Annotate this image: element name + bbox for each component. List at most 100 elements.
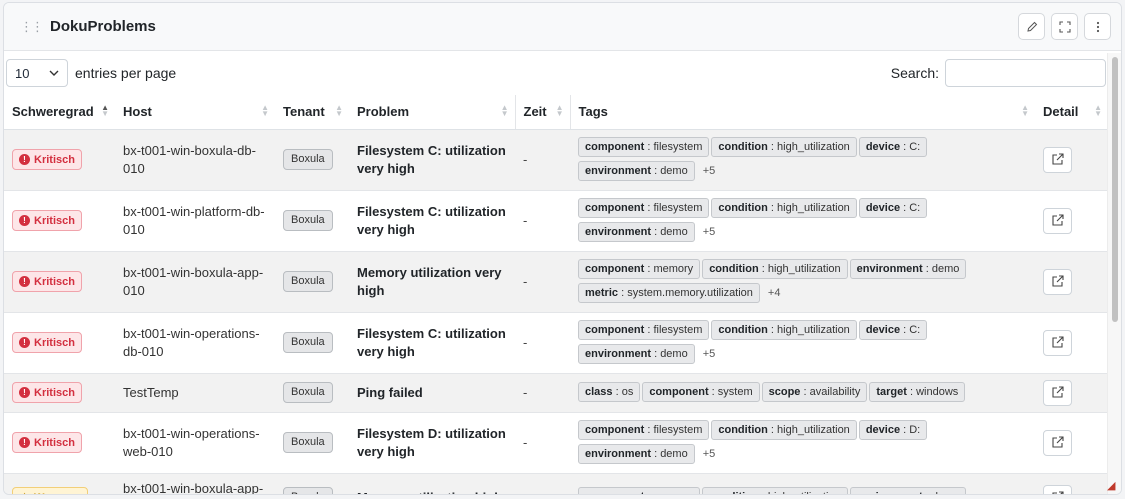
tag-badge[interactable]: condition : high_utilization [711,197,857,218]
table-row: ! Kritisch bx-t001-win-boxula-db-010 Box… [4,129,1108,191]
column-header-tenant[interactable]: Tenant ▲ ▼ [275,95,349,130]
detail-cell [1035,312,1108,374]
open-detail-button[interactable] [1043,484,1072,494]
sort-icon: ▲ ▼ [500,103,509,118]
severity-cell: ! Kritisch [4,129,115,191]
tenant-badge: Boxula [283,487,333,494]
sort-icon: ▲ ▼ [1021,103,1029,118]
tag-badge[interactable]: environment : demo [849,486,967,494]
external-link-icon [1052,386,1064,398]
tag-badge[interactable]: metric : system.memory.utilization [578,282,760,303]
sort-icon: ▲ ▼ [555,103,564,118]
scrollbar-thumb[interactable] [1112,57,1118,322]
tags-cell: component : filesystem condition : high_u… [570,129,1035,191]
tags-cell: class : os component : system scope : avai… [570,373,1035,413]
column-header-zeit[interactable]: Zeit ▲ ▼ [514,95,571,130]
zeit-cell: - [515,312,570,374]
tag-badge[interactable]: target : windows [869,381,966,402]
panel-header: ⋮⋮ DokuProblems [4,3,1121,51]
tags-cell: component : filesystem condition : high_u… [570,190,1035,252]
column-header-problem[interactable]: Problem ▲ ▼ [349,95,515,130]
tenant-badge: Boxula [283,271,333,292]
open-detail-button[interactable] [1043,329,1072,356]
tag-badge[interactable]: device : C: [858,197,928,218]
sort-icon: ▲ ▼ [101,103,109,118]
fullscreen-button[interactable] [1051,13,1078,40]
tag-badge[interactable]: class : os [578,381,641,402]
tag-badge[interactable]: component : filesystem [578,319,710,340]
tag-badge[interactable]: component : filesystem [578,197,710,218]
column-header-detail[interactable]: Detail ▲ ▼ [1035,95,1108,130]
external-link-icon [1052,336,1064,348]
more-tags-count[interactable]: +4 [768,284,781,302]
tag-badge[interactable]: scope : availability [761,381,868,402]
tenant-badge: Boxula [283,210,333,231]
detail-cell [1035,373,1108,413]
tags-cell: component : filesystem condition : high_u… [570,312,1035,374]
table-row: ! Kritisch bx-t001-win-platform-db-010 B… [4,190,1108,252]
tag-badge[interactable]: component : filesystem [578,419,710,440]
tag-badge[interactable]: condition : high_utilization [711,319,857,340]
drag-handle-icon[interactable]: ⋮⋮ [20,19,44,35]
edit-button[interactable] [1018,13,1045,40]
tag-badge[interactable]: condition : high_utilization [711,419,857,440]
tag-badge[interactable]: component : memory [578,486,701,494]
table-row: ! Kritisch bx-t001-win-operations-db-010… [4,312,1108,374]
external-link-icon [1052,275,1064,287]
open-detail-button[interactable] [1043,379,1072,406]
dokuproblems-panel: ⋮⋮ DokuProblems 10 entries per page Sear… [3,2,1122,495]
external-link-icon [1052,491,1064,494]
tag-badge[interactable]: device : C: [858,319,928,340]
table-row: ! Kritisch TestTemp Boxula Ping failed -… [4,373,1108,413]
problem-cell: Memory utilization very high [349,251,515,313]
zeit-cell: - [515,373,570,413]
alert-icon: ! [19,337,30,348]
severity-cell: ! Kritisch [4,412,115,474]
more-tags-count[interactable]: +5 [703,345,716,363]
search-input[interactable] [945,59,1106,87]
tag-badge[interactable]: condition : high_utilization [702,258,848,279]
tag-badge[interactable]: environment : demo [578,343,695,364]
tag-badge[interactable]: environment : demo [849,258,967,279]
tag-badge[interactable]: environment : demo [578,221,695,242]
tag-badge[interactable]: environment : demo [578,160,695,181]
tag-badge[interactable]: condition : high_utilization [711,136,857,157]
alert-icon: ! [19,276,30,287]
entries-per-page-label: entries per page [75,65,177,81]
panel-title: DokuProblems [50,18,156,35]
more-options-button[interactable] [1084,13,1111,40]
chevron-down-icon [49,70,59,76]
vertical-scrollbar[interactable] [1107,53,1121,494]
tenant-cell: Boxula [275,251,349,313]
tag-badge[interactable]: condition : high_utilization [702,486,848,494]
tags-cell: component : memorycondition : high_utili… [570,251,1035,313]
open-detail-button[interactable] [1043,429,1072,456]
external-link-icon [1052,436,1064,448]
column-header-schweregrad[interactable]: Schweregrad ▲ ▼ [4,95,115,130]
more-tags-count[interactable]: +5 [703,162,716,180]
open-detail-button[interactable] [1043,268,1072,295]
column-header-tags[interactable]: Tags ▲ ▼ [570,95,1035,130]
tag-badge[interactable]: device : C: [858,136,928,157]
external-link-icon [1052,214,1064,226]
detail-cell [1035,190,1108,252]
tenant-badge: Boxula [283,149,333,170]
alert-icon: ! [19,154,30,165]
problem-cell: Filesystem C: utilization very high [349,312,515,374]
more-tags-count[interactable]: +5 [703,223,716,241]
tenant-cell: Boxula [275,129,349,191]
open-detail-button[interactable] [1043,146,1072,173]
tag-badge[interactable]: component : memory [578,258,701,279]
tag-badge[interactable]: environment : demo [578,443,695,464]
resize-handle-icon[interactable]: ◢ [1107,480,1119,492]
more-tags-count[interactable]: +5 [703,445,716,463]
open-detail-button[interactable] [1043,207,1072,234]
column-header-host[interactable]: Host ▲ ▼ [115,95,275,130]
tag-badge[interactable]: device : D: [858,419,928,440]
entries-per-page-select[interactable]: 10 [6,59,68,87]
problem-cell: Filesystem D: utilization very high [349,412,515,474]
tag-badge[interactable]: component : system [642,381,760,402]
tag-badge[interactable]: component : filesystem [578,136,710,157]
sort-icon: ▲ ▼ [261,103,269,118]
severity-cell: ! Kritisch [4,251,115,313]
